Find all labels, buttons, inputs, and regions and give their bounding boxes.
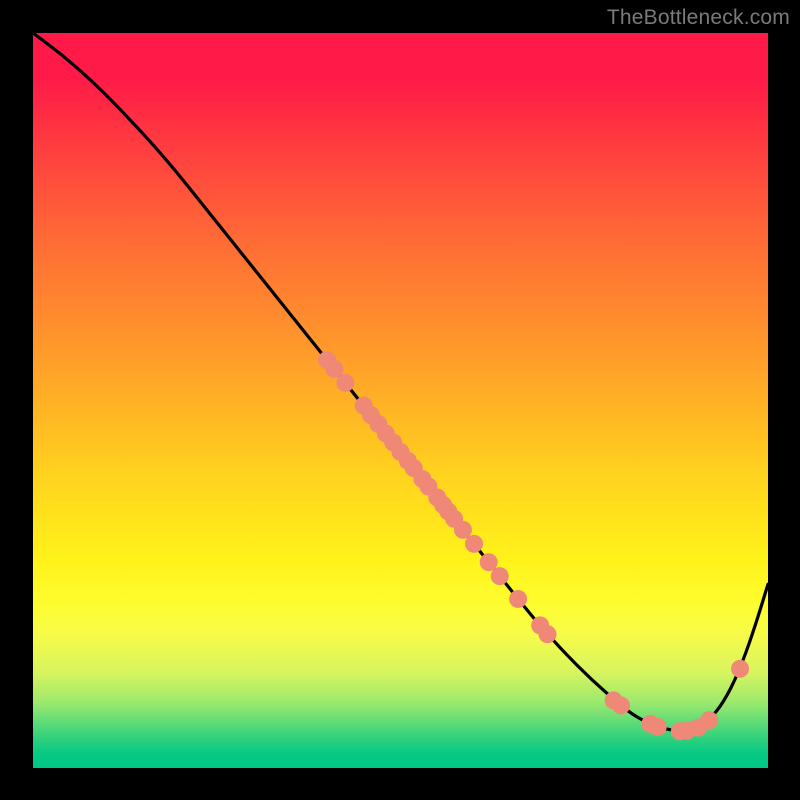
plot-area — [33, 33, 768, 768]
data-point-marker — [509, 590, 527, 608]
data-point-marker — [539, 625, 557, 643]
data-point-marker — [649, 718, 667, 736]
data-point-marker — [731, 660, 749, 678]
data-point-marker — [325, 360, 343, 378]
data-point-marker — [480, 553, 498, 571]
attribution-text: TheBottleneck.com — [607, 6, 790, 30]
data-point-marker — [700, 711, 718, 729]
data-point-marker — [491, 567, 509, 585]
chart-svg — [33, 33, 768, 768]
chart-stage: TheBottleneck.com — [0, 0, 800, 800]
data-point-marker — [465, 535, 483, 553]
data-point-marker — [612, 697, 630, 715]
curve-line — [33, 33, 768, 731]
data-point-marker — [454, 521, 472, 539]
data-point-marker — [336, 374, 354, 392]
marker-layer — [318, 351, 749, 740]
